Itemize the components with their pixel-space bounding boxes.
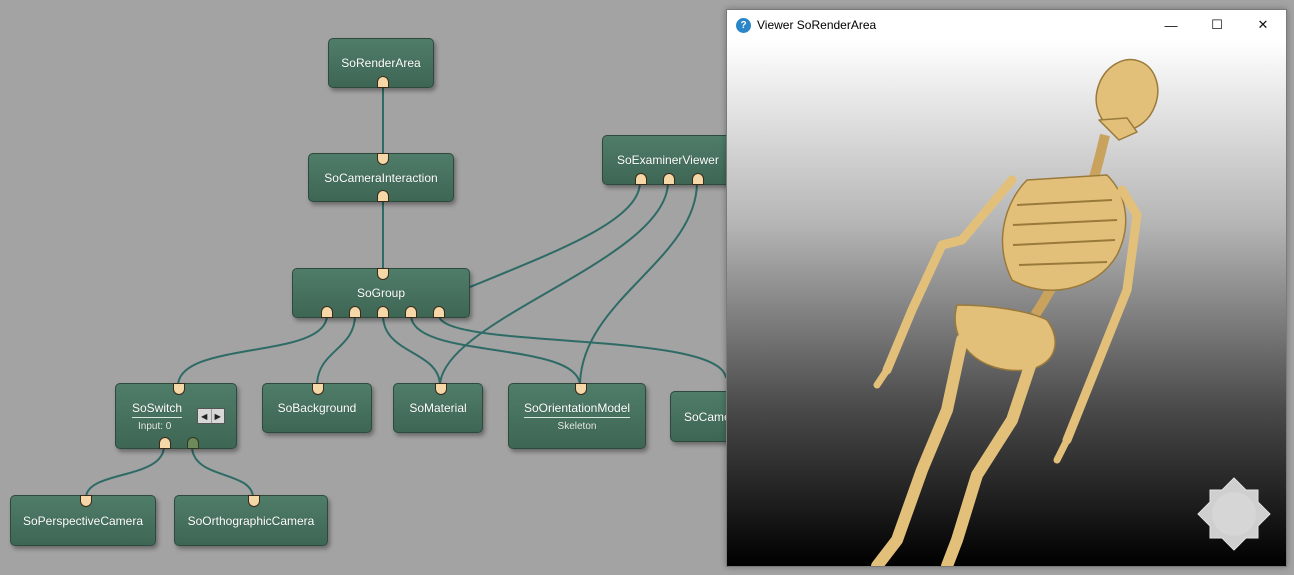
- input-port[interactable]: [248, 495, 260, 507]
- node-title: SoSwitch: [132, 401, 183, 418]
- wire-examiner-orientation: [579, 181, 698, 387]
- input-port[interactable]: [312, 383, 324, 395]
- input-stepper[interactable]: ◀ ▶: [197, 408, 225, 424]
- input-port[interactable]: [377, 153, 389, 165]
- output-port-2[interactable]: [187, 437, 199, 449]
- node-title: SoExaminerViewer: [617, 153, 719, 167]
- node-soorthographiccamera[interactable]: SoOrthographicCamera: [174, 495, 328, 546]
- node-socamerainteraction[interactable]: SoCameraInteraction: [308, 153, 454, 202]
- node-subtitle: Skeleton: [557, 420, 597, 432]
- node-sorenderarea[interactable]: SoRenderArea: [328, 38, 434, 88]
- 3d-viewport[interactable]: [727, 40, 1286, 566]
- navigation-gizmo[interactable]: [1196, 476, 1272, 552]
- output-port-1[interactable]: [635, 173, 647, 185]
- node-soswitch[interactable]: SoSwitch Input: 0 ◀ ▶: [115, 383, 237, 449]
- node-title: SoPerspectiveCamera: [22, 513, 144, 528]
- output-port-2[interactable]: [663, 173, 675, 185]
- wire-group-orientation: [410, 314, 581, 387]
- node-title: SoRenderArea: [341, 56, 421, 70]
- output-port-2[interactable]: [349, 306, 361, 318]
- maximize-icon: ☐: [1211, 17, 1223, 32]
- wire-group-material: [382, 314, 441, 387]
- input-port[interactable]: [575, 383, 587, 395]
- node-soexaminerviewer[interactable]: SoExaminerViewer: [602, 135, 732, 185]
- ribcage: [1001, 174, 1127, 291]
- wire-switch-perspective: [85, 445, 165, 499]
- wire-group-switch: [177, 314, 328, 387]
- input-port[interactable]: [435, 383, 447, 395]
- output-port-5[interactable]: [433, 306, 445, 318]
- maximize-button[interactable]: ☐: [1194, 10, 1240, 40]
- right-leg: [941, 354, 1038, 566]
- output-port-3[interactable]: [377, 306, 389, 318]
- node-sobackground[interactable]: SoBackground: [262, 383, 372, 433]
- app-icon: ?: [736, 17, 751, 33]
- node-somaterial[interactable]: SoMaterial: [393, 383, 483, 433]
- close-icon: ✕: [1257, 17, 1269, 32]
- node-title: SoMaterial: [409, 401, 467, 415]
- wire-examiner-group: [469, 181, 641, 288]
- node-sogroup[interactable]: SoGroup: [292, 268, 470, 318]
- node-title: SoCameraInteraction: [324, 170, 438, 185]
- left-leg: [871, 334, 968, 566]
- input-port[interactable]: [377, 268, 389, 280]
- chevron-left-icon[interactable]: ◀: [198, 409, 212, 423]
- wire-switch-orthographic: [191, 445, 254, 499]
- output-port[interactable]: [377, 190, 389, 202]
- node-soorientationmodel[interactable]: SoOrientationModel Skeleton: [508, 383, 646, 449]
- output-port-3[interactable]: [692, 173, 704, 185]
- minimize-button[interactable]: —: [1148, 10, 1194, 40]
- window-titlebar[interactable]: ? Viewer SoRenderArea — ☐ ✕: [727, 10, 1286, 40]
- close-button[interactable]: ✕: [1240, 10, 1286, 40]
- minimize-icon: —: [1164, 17, 1178, 33]
- switch-input-label: Input: 0: [138, 420, 172, 432]
- node-title: SoGroup: [356, 286, 406, 300]
- wire-examiner-material: [439, 181, 669, 387]
- node-title: SoBackground: [277, 401, 357, 415]
- input-port[interactable]: [173, 383, 185, 395]
- output-port[interactable]: [377, 76, 389, 88]
- node-soperspectivecamera[interactable]: SoPerspectiveCamera: [10, 495, 156, 546]
- node-title: SoOrientationModel: [523, 401, 631, 418]
- chevron-right-icon[interactable]: ▶: [212, 409, 225, 423]
- output-port-1[interactable]: [321, 306, 333, 318]
- output-port-4[interactable]: [405, 306, 417, 318]
- node-title: SoOrthographicCamera: [187, 513, 315, 528]
- input-port[interactable]: [80, 495, 92, 507]
- window-title: Viewer SoRenderArea: [757, 18, 877, 32]
- output-port-1[interactable]: [159, 437, 171, 449]
- viewer-window[interactable]: ? Viewer SoRenderArea — ☐ ✕: [726, 9, 1287, 567]
- node-title: SoCame: [684, 409, 731, 424]
